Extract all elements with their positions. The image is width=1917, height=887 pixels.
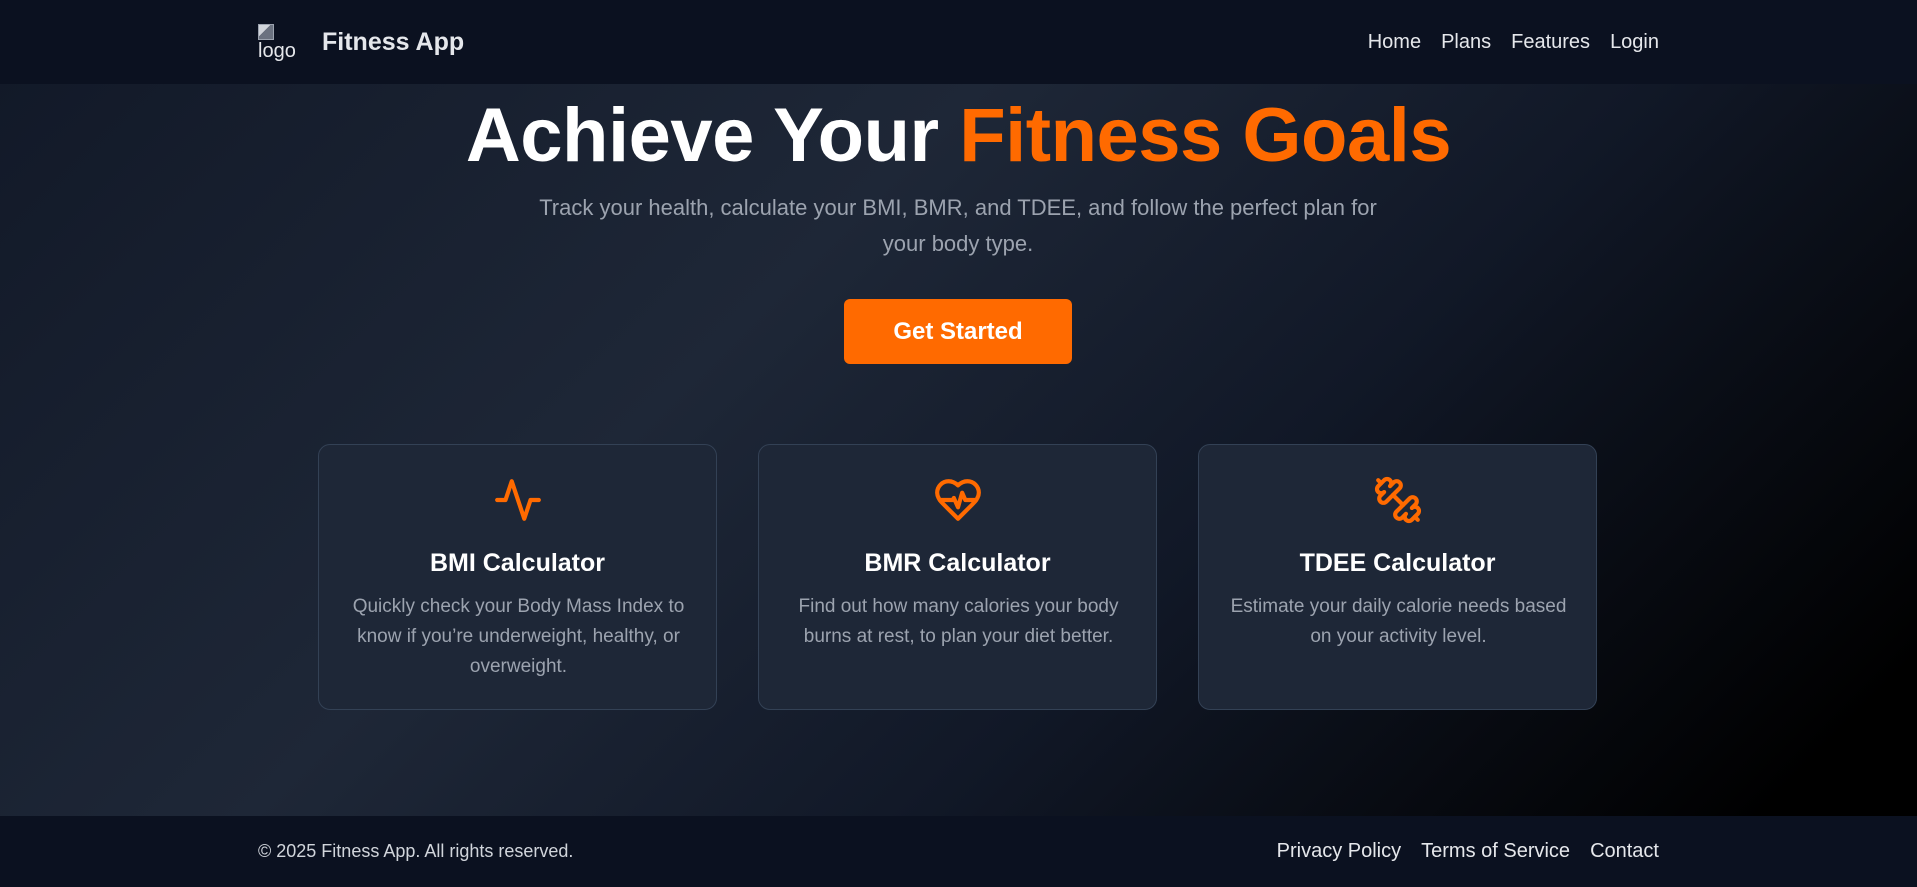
broken-image-icon xyxy=(258,24,274,40)
card-title: TDEE Calculator xyxy=(1299,549,1496,577)
nav-home[interactable]: Home xyxy=(1368,31,1421,54)
site-footer: © 2025 Fitness App. All rights reserved.… xyxy=(0,816,1917,887)
main-nav: Home Plans Features Login xyxy=(1368,31,1659,54)
copyright-text: © 2025 Fitness App. All rights reserved. xyxy=(258,841,574,861)
hero-title: Achieve Your Fitness Goals xyxy=(0,92,1917,180)
bmr-card[interactable]: BMR Calculator Find out how many calorie… xyxy=(758,444,1157,710)
nav-features[interactable]: Features xyxy=(1511,31,1590,54)
get-started-button[interactable]: Get Started xyxy=(844,299,1072,364)
nav-plans[interactable]: Plans xyxy=(1441,31,1491,54)
heart-pulse-icon xyxy=(934,479,981,521)
page: logo Fitness App Home Plans Features Log… xyxy=(0,0,1917,887)
card-description: Quickly check your Body Mass Index to kn… xyxy=(352,596,685,677)
card-description: Find out how many calories your body bur… xyxy=(798,596,1119,647)
logo-image: logo xyxy=(258,18,298,66)
dumbbell-icon xyxy=(1374,476,1421,524)
footer-link-contact[interactable]: Contact xyxy=(1590,840,1659,863)
footer-link-privacy[interactable]: Privacy Policy xyxy=(1277,840,1401,863)
card-description: Estimate your daily calorie needs based … xyxy=(1230,596,1567,647)
bmi-card[interactable]: BMI Calculator Quickly check your Body M… xyxy=(318,444,717,710)
header-inner: logo Fitness App Home Plans Features Log… xyxy=(258,0,1659,84)
card-icon-wrap xyxy=(319,475,716,525)
hero-subtitle: Track your health, calculate your BMI, B… xyxy=(539,195,1377,256)
nav-login[interactable]: Login xyxy=(1610,31,1659,54)
footer-link-terms[interactable]: Terms of Service xyxy=(1421,840,1570,863)
site-header: logo Fitness App Home Plans Features Log… xyxy=(0,0,1917,84)
card-title: BMI Calculator xyxy=(429,549,606,577)
footer-links: Privacy Policy Terms of Service Contact xyxy=(1277,840,1659,863)
tdee-card[interactable]: TDEE Calculator Estimate your daily calo… xyxy=(1198,444,1597,710)
card-title: BMR Calculator xyxy=(864,549,1051,577)
hero-title-accent: Fitness Goals xyxy=(959,93,1452,178)
brand[interactable]: logo Fitness App xyxy=(258,18,464,66)
card-icon-wrap xyxy=(759,475,1156,525)
hero-title-main: Achieve Your xyxy=(465,93,960,178)
activity-icon xyxy=(494,479,541,521)
brand-name: Fitness App xyxy=(322,27,465,56)
logo-alt-text: logo xyxy=(258,40,296,62)
footer-inner: © 2025 Fitness App. All rights reserved.… xyxy=(258,816,1659,887)
card-icon-wrap xyxy=(1199,475,1596,525)
